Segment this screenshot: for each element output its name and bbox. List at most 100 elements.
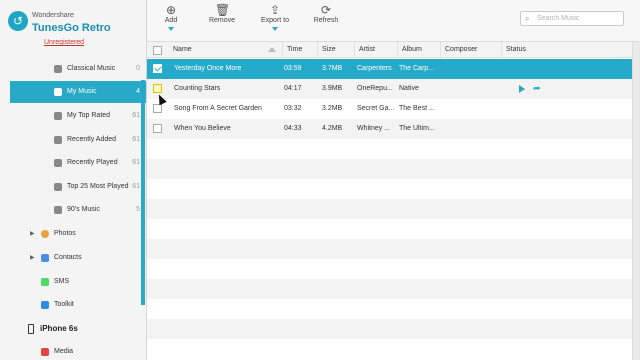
device-header[interactable]: iPhone 6s (12, 320, 146, 338)
sort-indicator-icon[interactable] (268, 47, 276, 52)
column-header-name[interactable]: Name (169, 42, 264, 58)
device-name: iPhone 6s (40, 324, 78, 333)
empty-row (147, 219, 632, 239)
column-header-size[interactable]: Size (317, 42, 353, 58)
export-button[interactable]: ⇪ Export to (259, 3, 291, 31)
refresh-label: Refresh (313, 17, 339, 24)
export-dropdown-caret-icon[interactable] (272, 27, 278, 31)
sidebar-item-label: My Top Rated (67, 112, 111, 119)
table-scrollbar[interactable] (632, 42, 640, 360)
add-dropdown-caret-icon[interactable] (168, 27, 174, 31)
row-actions: ➦ (519, 79, 549, 99)
table-row[interactable]: Counting Stars 04:17 3.9MB OneRepu... Na… (147, 79, 632, 99)
sidebar-item-my-top-rated[interactable]: My Top Rated 61 (10, 105, 146, 127)
sidebar-item-classical-music[interactable]: Classical Music 0 (10, 58, 146, 80)
remove-button[interactable]: 🗑 Remove (207, 3, 237, 24)
playlist-gear-icon (54, 65, 62, 73)
sidebar-scrollbar[interactable] (141, 80, 145, 305)
brand-name: Wondershare (32, 12, 74, 19)
iphone-icon (28, 324, 34, 334)
cell-time: 04:17 (284, 85, 302, 92)
sidebar-item-my-music[interactable]: My Music 4 (10, 81, 146, 103)
row-checkbox[interactable] (153, 104, 162, 113)
add-label: Add (164, 17, 178, 24)
cell-artist: Secret Ga... (357, 105, 395, 112)
sidebar: ↺ Wondershare TunesGo Retro Unregistered… (0, 0, 147, 360)
share-arrow-icon[interactable]: ➦ (533, 82, 541, 94)
sidebar-item-90s-music[interactable]: 90's Music 5 (10, 199, 146, 221)
sms-icon (41, 278, 49, 286)
expand-arrow-icon[interactable]: ▶ (30, 224, 35, 244)
sidebar-item-label: Contacts (54, 254, 82, 261)
column-header-time[interactable]: Time (282, 42, 316, 58)
cell-artist: Carpenters (357, 65, 392, 72)
row-checkbox[interactable] (153, 64, 162, 73)
empty-row (147, 199, 632, 219)
expand-arrow-icon[interactable]: ▶ (30, 248, 35, 268)
playlist-gear-icon (54, 159, 62, 167)
playlist-gear-icon (54, 88, 62, 96)
sidebar-item-label: Media (54, 348, 74, 355)
playlist-gear-icon (54, 112, 62, 120)
cell-album: The Carp... (399, 65, 435, 72)
empty-row (147, 339, 632, 359)
playlist-gear-icon (54, 136, 62, 144)
play-icon[interactable] (519, 85, 525, 93)
cell-name: Counting Stars (174, 85, 221, 92)
sidebar-item-media[interactable]: Media (22, 342, 146, 360)
cell-name: Yesterday Once More (174, 65, 242, 72)
empty-row (147, 319, 632, 339)
app-logo: ↺ Wondershare TunesGo Retro Unregistered (8, 8, 138, 48)
sidebar-item-label: 90's Music (67, 206, 100, 213)
column-header-composer[interactable]: Composer (440, 42, 500, 58)
column-header-status[interactable]: Status (501, 42, 632, 58)
toolkit-icon (41, 301, 49, 309)
cell-time: 04:33 (284, 125, 302, 132)
column-header-album[interactable]: Album (397, 42, 439, 58)
table-row[interactable]: Song From A Secret Garden 03:32 3.2MB Se… (147, 99, 632, 119)
unregistered-link[interactable]: Unregistered (44, 39, 84, 46)
row-checkbox[interactable] (153, 124, 162, 133)
sidebar-item-recently-played[interactable]: Recently Played 61 (10, 152, 146, 174)
sidebar-item-photos[interactable]: ▶ Photos (22, 224, 146, 244)
cell-time: 03:32 (284, 105, 302, 112)
empty-row (147, 279, 632, 299)
empty-row (147, 139, 632, 159)
empty-row (147, 259, 632, 279)
playlist-gear-icon (54, 183, 62, 191)
sidebar-item-sms[interactable]: SMS (22, 272, 146, 292)
search-icon: ⌕ (525, 14, 530, 23)
sidebar-item-count: 5 (136, 206, 140, 213)
cell-size: 4.2MB (322, 125, 343, 132)
sidebar-item-recently-added[interactable]: Recently Added 61 (10, 129, 146, 151)
search-box[interactable]: ⌕ (520, 11, 624, 26)
row-checkbox[interactable] (153, 84, 162, 93)
select-all-checkbox[interactable] (153, 46, 162, 55)
sidebar-item-contacts[interactable]: ▶ Contacts (22, 248, 146, 268)
cell-name: When You Believe (174, 125, 231, 132)
sidebar-item-label: Photos (54, 230, 76, 237)
refresh-icon: ⟳ (320, 3, 332, 17)
sidebar-item-label: Top 25 Most Played (67, 183, 129, 190)
column-header-artist[interactable]: Artist (354, 42, 396, 58)
add-button[interactable]: ⊕ Add (161, 3, 181, 31)
refresh-button[interactable]: ⟳ Refresh (313, 3, 339, 24)
sidebar-item-toolkit[interactable]: Toolkit (22, 295, 146, 315)
playlist-gear-icon (54, 206, 62, 214)
sidebar-item-label: SMS (54, 278, 70, 285)
cell-size: 3.2MB (322, 105, 343, 112)
cell-artist: Whitney ... (357, 125, 391, 132)
sidebar-item-count: 61 (132, 159, 140, 166)
sidebar-item-label: Recently Added (67, 136, 117, 143)
sidebar-item-count: 61 (132, 136, 140, 143)
empty-row (147, 239, 632, 259)
sidebar-item-top-25-most-played[interactable]: Top 25 Most Played 61 (10, 176, 146, 198)
empty-row (147, 179, 632, 199)
export-label: Export to (260, 17, 289, 24)
search-input[interactable] (537, 13, 621, 24)
table-row[interactable]: Yesterday Once More 03:59 3.7MB Carpente… (147, 59, 632, 79)
cell-album: Native (399, 85, 419, 92)
sidebar-item-count: 0 (136, 65, 140, 72)
sidebar-item-count: 61 (132, 183, 140, 190)
table-row[interactable]: When You Believe 04:33 4.2MB Whitney ...… (147, 119, 632, 139)
